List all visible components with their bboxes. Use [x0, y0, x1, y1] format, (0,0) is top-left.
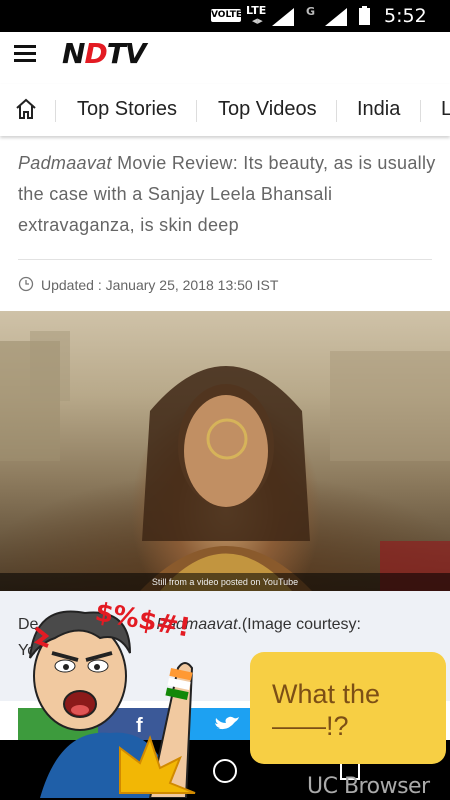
logo-tv: TV — [106, 37, 147, 70]
headline-divider — [18, 259, 432, 260]
volte-badge: VOLTE — [211, 9, 242, 22]
data-activity-icon: ◀▶ — [252, 18, 263, 25]
photo-caption: Still from a video posted on YouTube — [0, 573, 450, 591]
ndtv-logo[interactable]: NDTV — [62, 37, 147, 70]
updated-timestamp: Updated : January 25, 2018 13:50 IST — [41, 277, 279, 293]
clock-time: 5:52 — [384, 5, 427, 27]
bubble-line1: What the — [272, 679, 381, 709]
uc-browser-watermark: UC Browser — [307, 774, 430, 799]
signal-strength-icon — [272, 8, 294, 26]
bubble-line2: ——!? — [272, 711, 349, 741]
nav-tab-india[interactable]: India — [357, 98, 400, 121]
hamburger-menu-icon[interactable] — [14, 45, 36, 63]
battery-icon — [359, 6, 370, 25]
nav-separator — [55, 100, 56, 122]
logo-n: N — [62, 37, 85, 70]
photo-scene — [0, 331, 450, 591]
nav-separator — [196, 100, 197, 122]
nav-separator — [336, 100, 337, 122]
caption-rest: .(Image courtesy: — [237, 616, 361, 633]
angry-man-sticker[interactable]: $%$#! — [0, 598, 250, 798]
home-icon[interactable] — [14, 97, 38, 121]
category-nav: Top Stories Top Videos India L — [0, 84, 450, 136]
clock-icon — [18, 276, 34, 292]
nav-separator — [420, 100, 421, 122]
nav-tab-top-videos[interactable]: Top Videos — [218, 98, 317, 121]
logo-d: D — [84, 37, 107, 70]
nav-tab-next[interactable]: L — [441, 98, 450, 121]
article-headline: Padmaavat Movie Review: Its beauty, as i… — [18, 148, 436, 241]
signal-strength-2-icon — [325, 8, 347, 26]
article-photo[interactable]: Still from a video posted on YouTube — [0, 311, 450, 591]
lte-label: LTE — [246, 4, 267, 17]
g-network-label: G — [306, 5, 316, 18]
speech-bubble-text: What the ——!? — [272, 678, 380, 742]
status-bar: VOLTE LTE ◀▶ G 5:52 PM — [0, 0, 450, 47]
nav-tab-top-stories[interactable]: Top Stories — [77, 98, 177, 121]
headline-film-title: Padmaavat — [18, 153, 112, 173]
